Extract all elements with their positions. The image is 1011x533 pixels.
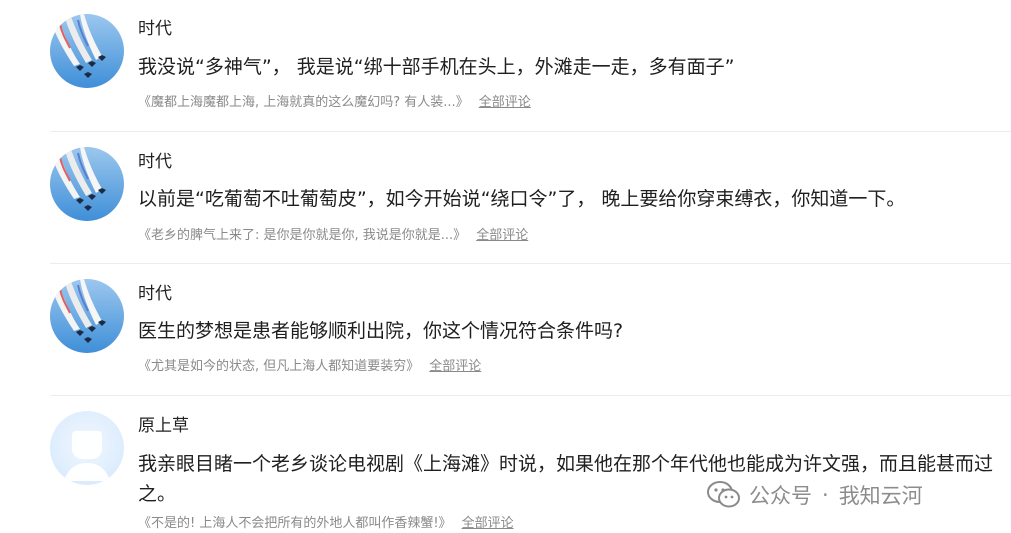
- default-user-avatar-icon[interactable]: [50, 411, 124, 485]
- divider: [50, 263, 1011, 264]
- watermark-label: 公众号: [749, 484, 812, 508]
- divider: [50, 395, 1011, 396]
- jets-avatar-icon[interactable]: [50, 279, 124, 353]
- wechat-icon: [707, 480, 741, 510]
- comment-source-article[interactable]: 《魔都上海魔都上海, 上海就真的这么魔幻吗? 有人装...》: [138, 95, 469, 110]
- comment-author: 时代: [138, 152, 172, 172]
- jets-avatar-icon[interactable]: [50, 14, 124, 88]
- jets-avatar-icon[interactable]: [50, 147, 124, 221]
- comment-list-page: 时代 我没说“多神气”， 我是说“绑十部手机在头上，外滩走一走，多有面子” 《魔…: [0, 0, 1011, 533]
- all-comments-link[interactable]: 全部评论: [476, 228, 528, 243]
- all-comments-link[interactable]: 全部评论: [429, 359, 481, 374]
- comment-meta: 《不是的! 上海人不会把所有的外地人都叫作香辣蟹!》 全部评论: [138, 515, 514, 533]
- comment-meta: 《老乡的脾气上来了: 是你是你就是你, 我说是你就是...》 全部评论: [138, 227, 528, 245]
- comment-source-article[interactable]: 《老乡的脾气上来了: 是你是你就是你, 我说是你就是...》: [138, 228, 466, 243]
- comment-text: 我没说“多神气”， 我是说“绑十部手机在头上，外滩走一走，多有面子”: [138, 56, 735, 78]
- comment-source-article[interactable]: 《尤其是如今的状态, 但凡上海人都知道要装穷》: [138, 359, 419, 374]
- all-comments-link[interactable]: 全部评论: [462, 516, 514, 531]
- watermark-account: 我知云河: [838, 484, 923, 508]
- comment-source-article[interactable]: 《不是的! 上海人不会把所有的外地人都叫作香辣蟹!》: [138, 516, 452, 531]
- comment-meta: 《魔都上海魔都上海, 上海就真的这么魔幻吗? 有人装...》 全部评论: [138, 94, 531, 112]
- all-comments-link[interactable]: 全部评论: [479, 95, 531, 110]
- comment-author: 时代: [138, 284, 172, 304]
- comment-meta: 《尤其是如今的状态, 但凡上海人都知道要装穷》 全部评论: [138, 358, 481, 376]
- comment-author: 原上草: [138, 416, 189, 436]
- comment-author: 时代: [138, 19, 172, 39]
- watermark-separator: ·: [822, 483, 829, 507]
- watermark: 公众号 · 我知云河: [707, 478, 923, 512]
- comment-text: 医生的梦想是患者能够顺利出院，你这个情况符合条件吗?: [138, 320, 624, 342]
- comment-text: 以前是“吃葡萄不吐葡萄皮”，如今开始说“绕口令”了， 晚上要给你穿束缚衣，你知道…: [138, 188, 906, 210]
- divider: [50, 131, 1011, 132]
